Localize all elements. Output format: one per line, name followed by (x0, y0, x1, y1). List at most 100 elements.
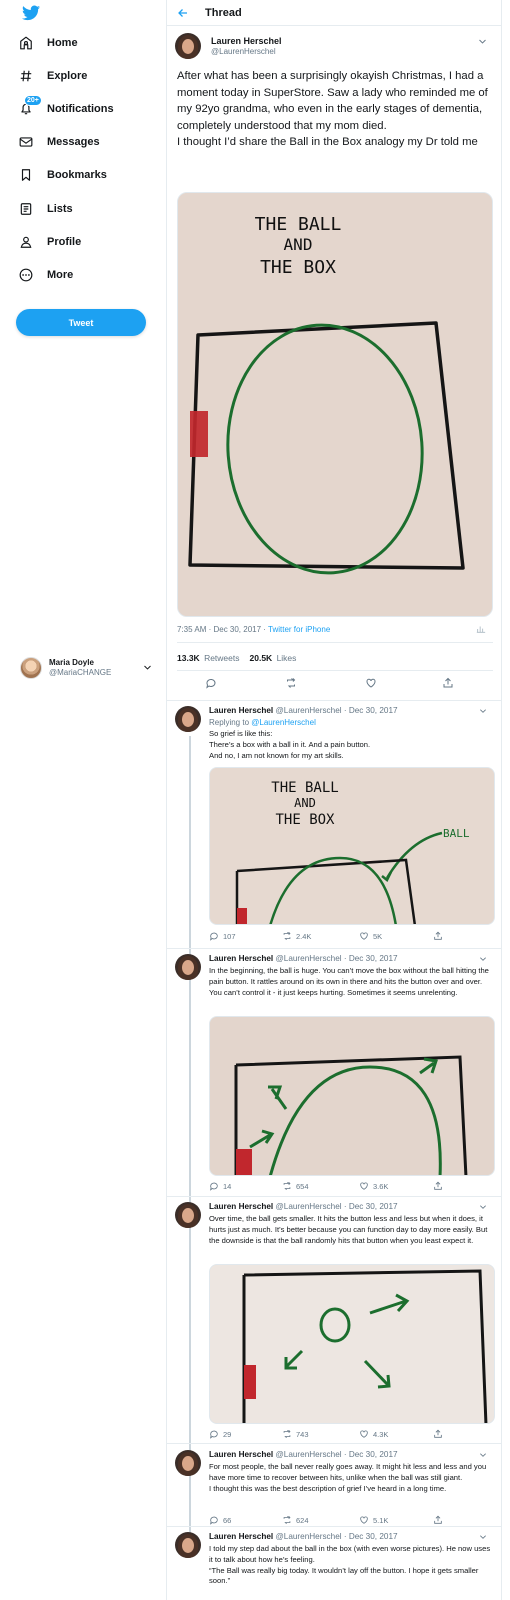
author-handle[interactable]: @LaurenHerschel (211, 47, 276, 56)
tweet-header: Lauren Herschel @LaurenHerschel · Dec 30… (209, 954, 398, 963)
thread-connector-line (189, 736, 191, 1536)
tweet-menu-caret-icon[interactable] (479, 707, 487, 715)
divider (167, 1196, 502, 1197)
retweet-action[interactable]: 2.4K (282, 931, 311, 941)
retweet-action[interactable]: 743 (282, 1429, 309, 1439)
author-name[interactable]: Lauren Herschel (211, 36, 282, 46)
twitter-bird-icon[interactable] (22, 5, 40, 21)
author-name[interactable]: Lauren Herschel (209, 706, 273, 715)
reply-action[interactable]: 29 (209, 1429, 231, 1439)
share-icon (434, 1429, 442, 1438)
analytics-icon[interactable] (476, 624, 486, 634)
nav-messages[interactable]: Messages (16, 128, 100, 156)
like-icon[interactable] (365, 677, 377, 689)
like-action[interactable]: 3.6K (359, 1181, 388, 1191)
tweet-image[interactable] (209, 1016, 495, 1176)
reply-action[interactable]: 107 (209, 931, 236, 941)
author-avatar[interactable] (175, 1450, 201, 1476)
ball-box-labeled-drawing: THE BALL AND THE BOX BALL (210, 768, 494, 924)
replying-to-link[interactable]: @LaurenHerschel (251, 718, 316, 727)
reply-icon (210, 1430, 218, 1439)
divider (177, 670, 493, 671)
tweet-menu-caret-icon[interactable] (479, 1451, 487, 1459)
reply-action[interactable]: 14 (209, 1181, 231, 1191)
author-avatar[interactable] (175, 1532, 201, 1558)
drawing-caption-line1: THE BALL (271, 780, 338, 796)
tweet-timestamp: 7:35 AM · Dec 30, 2017 · Twitter for iPh… (177, 625, 330, 634)
author-avatar[interactable] (175, 1202, 201, 1228)
nav-lists[interactable]: Lists (16, 195, 73, 223)
back-arrow-icon[interactable] (177, 7, 189, 19)
tweet-menu-caret-icon[interactable] (479, 955, 487, 963)
author-handle-date[interactable]: @LaurenHerschel · Dec 30, 2017 (275, 1450, 397, 1459)
tweet-text: For most people, the ball never really g… (209, 1462, 487, 1493)
nav-notifications[interactable]: 20+ Notifications (16, 95, 114, 123)
bell-icon: 20+ (16, 95, 42, 119)
tweet-header: Lauren Herschel @LaurenHerschel · Dec 30… (209, 706, 398, 715)
retweet-action[interactable]: 654 (282, 1181, 309, 1191)
reply-action[interactable]: 66 (209, 1515, 231, 1525)
reply-icon[interactable] (205, 677, 217, 689)
tweet-source-link[interactable]: Twitter for iPhone (268, 625, 330, 634)
main-column: Thread Lauren Herschel @LaurenHerschel A… (166, 0, 502, 1600)
nav-explore-label: Explore (47, 70, 88, 82)
page-title: Thread (205, 6, 242, 19)
like-icon (360, 1430, 368, 1438)
nav-profile[interactable]: Profile (16, 228, 81, 256)
account-switcher[interactable]: Maria Doyle @MariaCHANGE (20, 655, 158, 681)
retweet-action[interactable]: 624 (282, 1515, 309, 1525)
thread-header: Thread (167, 0, 502, 26)
nav-more[interactable]: More (16, 261, 73, 289)
tweet-image[interactable]: THE BALL AND THE BOX BALL (209, 767, 495, 925)
author-avatar[interactable] (175, 33, 201, 59)
divider (177, 642, 493, 643)
author-handle-date[interactable]: @LaurenHerschel · Dec 30, 2017 (275, 1202, 397, 1211)
divider (167, 1443, 502, 1444)
nav-home[interactable]: Home (16, 29, 78, 57)
retweet-count: 2.4K (296, 931, 312, 941)
like-action[interactable]: 5K (359, 931, 382, 941)
tweet-header: Lauren Herschel @LaurenHerschel · Dec 30… (209, 1532, 398, 1541)
tweet-menu-caret-icon[interactable] (479, 1533, 487, 1541)
like-action[interactable]: 5.1K (359, 1515, 388, 1525)
author-avatar[interactable] (175, 954, 201, 980)
share-icon (434, 1181, 442, 1190)
likes-stat[interactable]: 20.5K Likes (250, 653, 297, 663)
drawing-caption-line1: THE BALL (255, 214, 342, 235)
author-name[interactable]: Lauren Herschel (209, 1450, 273, 1459)
tweet-image[interactable]: THE BALL AND THE BOX (177, 192, 493, 617)
like-icon (360, 1516, 368, 1524)
author-handle-date[interactable]: @LaurenHerschel · Dec 30, 2017 (275, 1532, 397, 1541)
likes-label: Likes (276, 653, 297, 663)
like-action[interactable]: 4.3K (359, 1429, 388, 1439)
tweet-image[interactable] (209, 1264, 495, 1424)
retweets-stat[interactable]: 13.3K Retweets (177, 653, 240, 663)
nav-bookmarks[interactable]: Bookmarks (16, 161, 107, 189)
tweet-stats: 13.3K Retweets 20.5K Likes (177, 653, 306, 663)
tweet-menu-caret-icon[interactable] (479, 1203, 487, 1211)
author-avatar[interactable] (175, 706, 201, 732)
retweet-icon[interactable] (285, 677, 297, 689)
share-icon (434, 931, 442, 940)
share-action[interactable] (433, 1181, 443, 1191)
author-handle-date[interactable]: @LaurenHerschel · Dec 30, 2017 (275, 954, 397, 963)
author-name[interactable]: Lauren Herschel (209, 1202, 273, 1211)
tweet-menu-caret-icon[interactable] (478, 37, 487, 46)
share-action[interactable] (433, 931, 443, 941)
reply-count: 29 (223, 1429, 232, 1439)
drawing-caption-line3: THE BOX (260, 257, 336, 278)
reply-icon (210, 1182, 218, 1191)
like-count: 5.1K (373, 1515, 389, 1525)
share-action[interactable] (433, 1515, 443, 1525)
author-handle-date[interactable]: @LaurenHerschel · Dec 30, 2017 (275, 706, 397, 715)
author-name[interactable]: Lauren Herschel (209, 1532, 273, 1541)
author-name[interactable]: Lauren Herschel (209, 954, 273, 963)
reply-count: 107 (223, 931, 236, 941)
like-count: 4.3K (373, 1429, 389, 1439)
nav-explore[interactable]: Explore (16, 62, 87, 90)
share-icon[interactable] (442, 677, 454, 689)
tweet-button[interactable]: Tweet (16, 309, 146, 336)
share-action[interactable] (433, 1429, 443, 1439)
retweet-icon (283, 931, 291, 941)
likes-count: 20.5K (249, 653, 273, 663)
